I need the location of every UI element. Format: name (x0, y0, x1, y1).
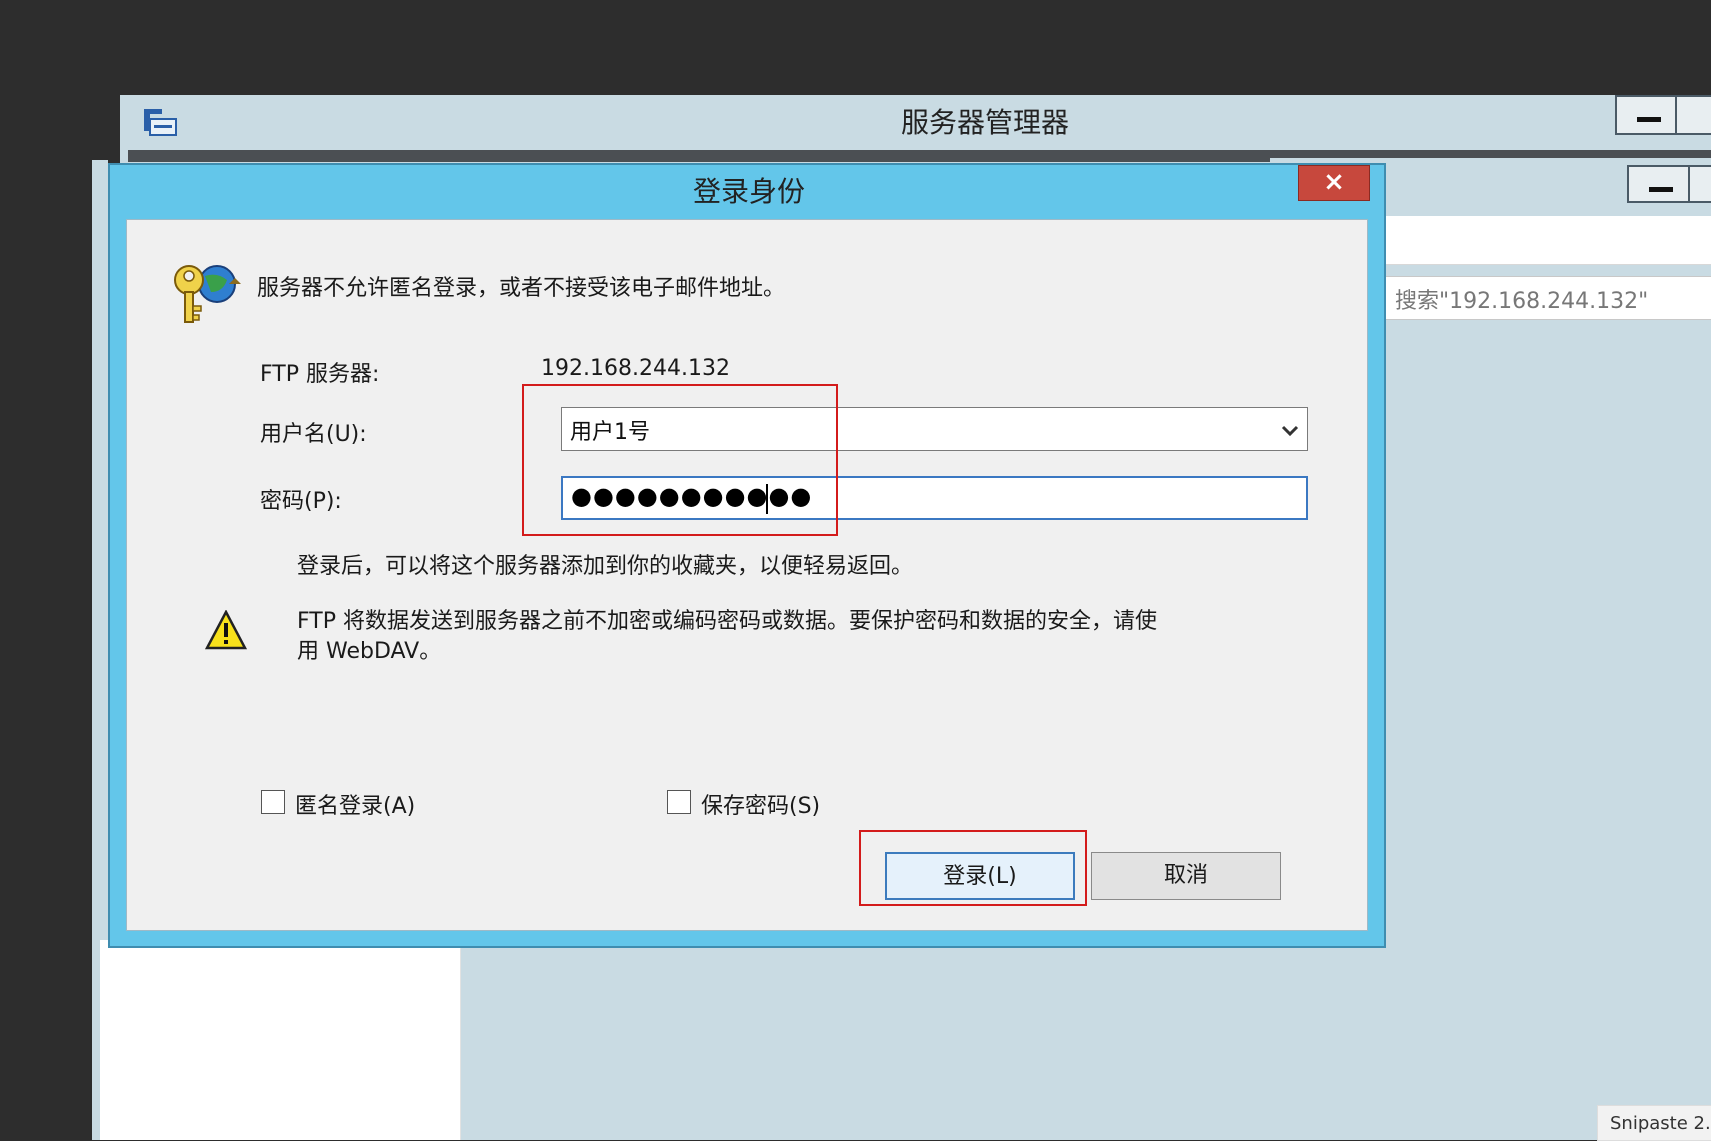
save-password-checkbox[interactable]: 保存密码(S) (667, 788, 867, 820)
snipaste-watermark: Snipaste 2.7 (1597, 1105, 1711, 1141)
username-label: 用户名(U): (260, 422, 367, 447)
save-password-label[interactable]: 保存密码(S) (701, 788, 820, 820)
login-dialog: 登录身份 × 服务器不允许匿名登录，或者不接受该电子邮件地址。 FTP 服务器:… (108, 163, 1386, 948)
password-label: 密码(P): (260, 489, 342, 514)
dialog-content: 服务器不允许匿名登录，或者不接受该电子邮件地址。 FTP 服务器: 192.16… (126, 219, 1368, 931)
minimize-icon (1637, 117, 1661, 122)
anonymous-login-checkbox[interactable]: 匿名登录(A) (261, 788, 461, 820)
close-icon: × (1323, 167, 1345, 197)
anonymous-login-label[interactable]: 匿名登录(A) (295, 788, 415, 820)
ftp-server-value: 192.168.244.132 (541, 356, 730, 381)
search-text: 搜索"192.168.244.132" (1395, 289, 1649, 314)
checkbox-box[interactable] (261, 790, 285, 814)
chevron-down-icon[interactable] (1280, 420, 1300, 440)
ftp-server-label: FTP 服务器: (260, 362, 380, 387)
cancel-button[interactable]: 取消 (1091, 852, 1281, 900)
key-globe-icon (174, 265, 241, 323)
server-manager-titlebar: 服务器管理器 (120, 95, 1711, 150)
maximize-button[interactable] (1675, 95, 1711, 135)
minimize-button[interactable] (1615, 95, 1679, 135)
minimize-icon (1649, 187, 1673, 192)
favorites-hint: 登录后，可以将这个服务器添加到你的收藏夹，以便轻易返回。 (297, 554, 914, 579)
highlight-box-credentials (522, 384, 838, 536)
highlight-box-login (859, 830, 1087, 906)
dialog-title: 登录身份 (692, 175, 805, 208)
login-message: 服务器不允许匿名登录，或者不接受该电子邮件地址。 (257, 276, 786, 301)
warning-text-line2: 用 WebDAV。 (297, 639, 442, 664)
search-input[interactable]: 搜索"192.168.244.132" (1385, 276, 1711, 320)
warning-text-line1: FTP 将数据发送到服务器之前不加密或编码密码或数据。要保护密码和数据的安全，请… (297, 609, 1157, 634)
checkbox-box[interactable] (667, 790, 691, 814)
child-minimize-button[interactable] (1627, 165, 1691, 203)
close-button[interactable]: × (1298, 165, 1370, 201)
child-maximize-button[interactable] (1688, 165, 1711, 203)
warning-icon (205, 610, 247, 650)
address-bar[interactable] (1385, 216, 1711, 265)
sidebar-panel (100, 940, 461, 1140)
server-manager-title: 服务器管理器 (900, 106, 1069, 139)
